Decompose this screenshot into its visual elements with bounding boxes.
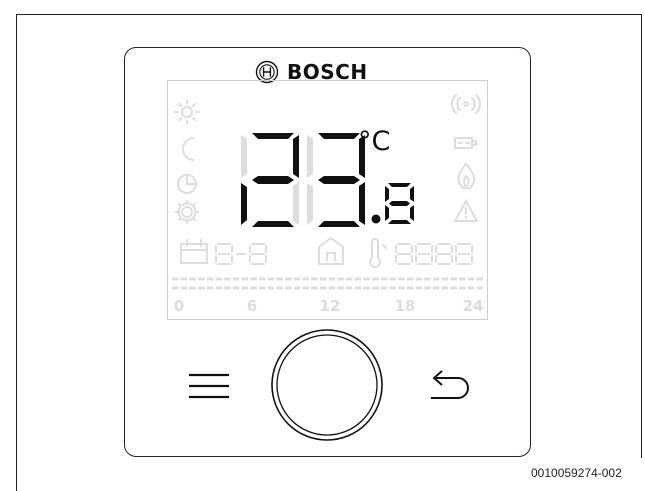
timeline-bars [172,277,484,290]
hour-label-12: 12 [319,297,341,315]
hour-label-6: 6 [246,297,258,315]
clock-display-segments [395,243,473,265]
sun-icon [174,99,200,125]
hour-label-24: 24 [462,297,484,315]
hour-label-0: 0 [173,297,185,315]
temperature-decimal-digit [385,183,414,224]
battery-icon [454,137,477,149]
figure-code: 0010059274-002 [531,466,622,480]
wireless-signal-icon [450,94,482,114]
menu-icon[interactable] [189,373,229,399]
warning-icon [453,198,479,222]
decimal-point [371,214,381,224]
moon-icon [182,137,195,161]
temperature-digit-2 [307,133,365,227]
lcd-segments-layer [172,94,484,441]
timeline-hour-labels: 0 6 12 18 24 [168,297,488,319]
day-range-segments [215,243,267,265]
thermometer-icon [369,238,387,268]
settings-gear-icon [175,200,199,224]
temperature-unit: °C [358,126,391,157]
home-icon [318,236,344,265]
temperature-digit-1 [241,133,299,227]
flame-icon [457,162,476,190]
return-icon[interactable] [431,370,469,399]
hour-label-18: 18 [394,297,416,315]
clock-program-icon [177,174,197,194]
calendar-icon [180,239,208,264]
rotary-dial[interactable] [271,329,383,441]
